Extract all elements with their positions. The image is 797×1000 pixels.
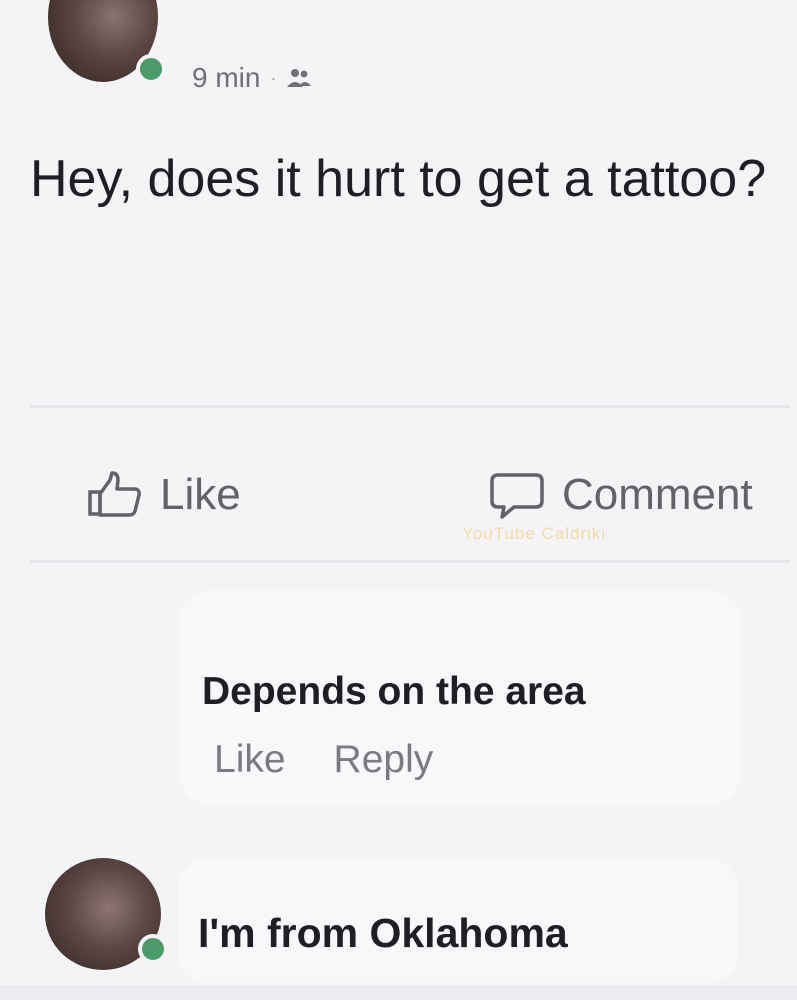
watermark-text: YouTube Caldriki xyxy=(462,524,607,543)
post-divider xyxy=(30,405,790,408)
friends-icon xyxy=(287,69,312,87)
comment-text: Depends on the area xyxy=(202,670,586,713)
like-label: Like xyxy=(160,470,241,519)
comment-reply-link[interactable]: Reply xyxy=(334,738,434,782)
like-button[interactable]: Like xyxy=(86,470,241,520)
post-text: Hey, does it hurt to get a tattoo? xyxy=(30,150,767,208)
actions-divider xyxy=(30,560,790,563)
post-timestamp[interactable]: 9 min xyxy=(192,62,260,94)
meta-separator: · xyxy=(270,67,277,88)
online-status-indicator xyxy=(136,54,166,84)
comment-button[interactable]: Comment xyxy=(488,470,753,520)
reply-text: I'm from Oklahoma xyxy=(198,910,568,956)
comment-icon xyxy=(490,473,544,519)
comment-like-link[interactable]: Like xyxy=(214,738,286,782)
thumbs-up-icon xyxy=(88,471,141,517)
comment-actions: Like Reply xyxy=(214,738,433,782)
reply-online-indicator xyxy=(138,934,168,964)
post-meta: 9 min · xyxy=(192,62,312,94)
comment-label: Comment xyxy=(562,470,753,519)
bottom-navigation-bar xyxy=(0,985,797,1000)
